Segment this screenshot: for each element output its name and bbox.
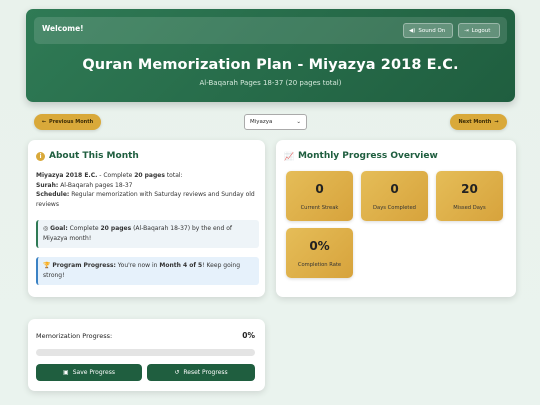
page-subtitle: Al-Baqarah Pages 18-37 (20 pages total) <box>199 79 342 87</box>
progress-percent: 0% <box>242 331 255 340</box>
stat-missed-days: 20 Missed Days <box>436 171 503 221</box>
logout-icon: ⇥ <box>464 27 469 34</box>
previous-month-label: Previous Month <box>49 119 94 125</box>
about-description: Miyazya 2018 E.C. - Complete 20 pages to… <box>36 171 258 209</box>
trophy-icon: 🏆 <box>43 262 51 269</box>
about-title: i About This Month <box>36 151 139 161</box>
stat-days-completed: 0 Days Completed <box>361 171 428 221</box>
page-title: Quran Memorization Plan - Miyazya 2018 E… <box>82 57 459 73</box>
chart-icon: 📈 <box>284 151 294 161</box>
volume-icon: ◀) <box>409 27 416 34</box>
arrow-left-icon: ← <box>41 119 47 125</box>
next-month-label: Next Month <box>458 119 492 125</box>
month-select-value: Miyazya <box>250 119 273 125</box>
month-select[interactable]: Miyazya ⌄ <box>244 114 307 130</box>
logout-button[interactable]: ⇥ Logout <box>458 23 500 38</box>
stat-value: 0 <box>315 182 324 196</box>
stat-label: Current Streak <box>300 205 339 211</box>
save-progress-label: Save Progress <box>72 369 115 376</box>
stat-completion-rate: 0% Completion Rate <box>286 228 353 278</box>
header-banner: Welcome! ◀) Sound On ⇥ Logout Quran Memo… <box>26 9 515 102</box>
logout-label: Logout <box>471 27 491 34</box>
sound-toggle-button[interactable]: ◀) Sound On <box>403 23 453 38</box>
previous-month-button[interactable]: ← Previous Month <box>34 114 101 130</box>
about-schedule: Schedule: Regular memorization with Satu… <box>36 191 255 208</box>
overview-title-text: Monthly Progress Overview <box>297 151 438 161</box>
stat-value: 0% <box>309 239 330 253</box>
about-card: i About This Month Miyazya 2018 E.C. - C… <box>28 140 265 297</box>
program-progress-note: 🏆 Program Progress: You're now in Month … <box>36 257 259 285</box>
stat-current-streak: 0 Current Streak <box>286 171 353 221</box>
arrow-right-icon: → <box>494 119 499 125</box>
info-icon: i <box>36 151 45 161</box>
chevron-down-icon: ⌄ <box>296 119 301 125</box>
progress-card: Memorization Progress: 0% ▣ Save Progres… <box>28 319 265 391</box>
reset-progress-label: Reset Progress <box>183 369 228 376</box>
goal-note: ◎ Goal: Complete 20 pages (Al-Baqarah 18… <box>36 220 259 248</box>
about-line-1: Miyazya 2018 E.C. - Complete 20 pages to… <box>36 172 183 179</box>
sound-label: Sound On <box>418 27 446 34</box>
about-surah: Surah: Al-Baqarah pages 18-37 <box>36 181 133 189</box>
reset-progress-button[interactable]: ↺ Reset Progress <box>147 364 255 381</box>
stat-label: Days Completed <box>373 205 416 211</box>
stat-label: Completion Rate <box>297 262 342 268</box>
overview-title: 📈 Monthly Progress Overview <box>284 151 438 161</box>
progress-label: Memorization Progress: <box>36 332 113 340</box>
next-month-button[interactable]: Next Month → <box>450 114 507 130</box>
about-title-text: About This Month <box>49 151 139 161</box>
stat-value: 20 <box>461 182 478 196</box>
stat-value: 0 <box>390 182 399 196</box>
target-icon: ◎ <box>43 225 49 232</box>
reset-icon: ↺ <box>174 369 180 376</box>
welcome-text: Welcome! <box>42 24 84 33</box>
save-progress-button[interactable]: ▣ Save Progress <box>36 364 142 381</box>
top-bar: Welcome! ◀) Sound On ⇥ Logout <box>34 17 507 44</box>
save-icon: ▣ <box>63 369 69 376</box>
overview-card: 📈 Monthly Progress Overview 0 Current St… <box>276 140 516 297</box>
stat-label: Missed Days <box>453 205 486 211</box>
progress-bar <box>36 349 255 356</box>
